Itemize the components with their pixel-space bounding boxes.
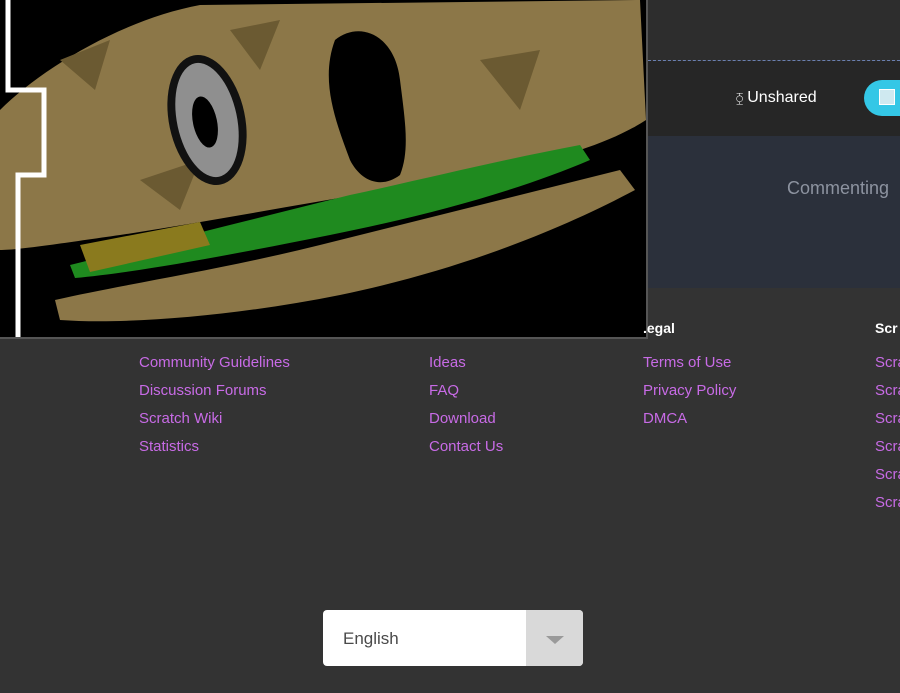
project-stage[interactable]	[0, 0, 648, 339]
link-terms-of-use[interactable]: Terms of Use	[643, 354, 731, 371]
language-dropdown-button[interactable]	[526, 610, 583, 666]
link-statistics[interactable]: Statistics	[139, 438, 199, 455]
link-contact-us[interactable]: Contact Us	[429, 438, 503, 455]
link-scratch-family-6[interactable]: Scra	[875, 494, 900, 511]
link-community-guidelines[interactable]: Community Guidelines	[139, 354, 290, 371]
language-select[interactable]: English	[323, 610, 583, 666]
link-scratch-family-4[interactable]: Scra	[875, 438, 900, 455]
link-download[interactable]: Download	[429, 410, 496, 427]
link-scratch-wiki[interactable]: Scratch Wiki	[139, 410, 222, 427]
stage-artwork	[0, 0, 646, 337]
footer-scratch-family-title: Scr	[875, 320, 898, 336]
link-ideas[interactable]: Ideas	[429, 354, 466, 371]
broken-image-icon	[879, 89, 895, 105]
unshared-icon: ⧲	[736, 90, 744, 105]
language-selected-value: English	[343, 629, 399, 648]
link-dmca[interactable]: DMCA	[643, 410, 687, 427]
chevron-down-icon	[546, 636, 564, 644]
share-status: ⧲ Unshared	[736, 88, 817, 108]
footer-legal-title: .egal	[643, 320, 675, 336]
link-faq[interactable]: FAQ	[429, 382, 459, 399]
link-discussion-forums[interactable]: Discussion Forums	[139, 382, 267, 399]
share-status-label: Unshared	[747, 89, 817, 106]
comments-panel	[648, 136, 900, 288]
link-scratch-family-2[interactable]: Scra	[875, 382, 900, 399]
link-scratch-family-1[interactable]: Scra	[875, 354, 900, 371]
link-privacy-policy[interactable]: Privacy Policy	[643, 382, 736, 399]
link-scratch-family-5[interactable]: Scra	[875, 466, 900, 483]
share-button[interactable]	[864, 80, 900, 116]
commenting-notice: Commenting	[787, 178, 890, 198]
link-scratch-family-3[interactable]: Scra	[875, 410, 900, 427]
